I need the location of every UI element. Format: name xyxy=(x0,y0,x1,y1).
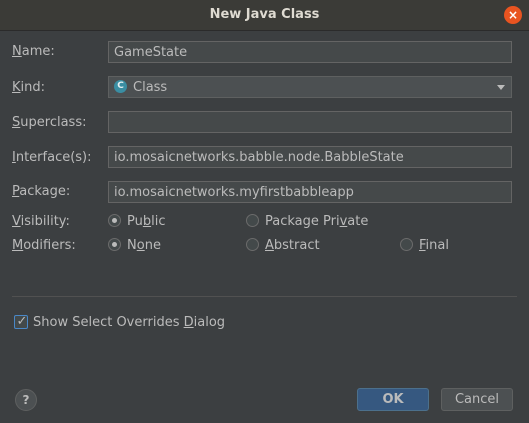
chevron-down-icon xyxy=(497,85,505,90)
visibility-label: Visibility: xyxy=(12,214,70,229)
close-icon: × xyxy=(507,8,519,22)
title-bar: New Java Class × xyxy=(0,0,529,31)
name-field[interactable]: GameState xyxy=(108,41,512,63)
ok-button[interactable]: OK xyxy=(357,388,429,411)
cancel-button[interactable]: Cancel xyxy=(441,388,513,411)
visibility-public-radio[interactable]: Public xyxy=(108,213,166,231)
radio-button[interactable] xyxy=(108,214,121,227)
help-button[interactable]: ? xyxy=(15,389,37,411)
interfaces-label: Interface(s): xyxy=(12,150,92,165)
class-icon: C xyxy=(114,80,127,93)
close-button[interactable]: × xyxy=(504,6,522,24)
dialog-title: New Java Class xyxy=(209,7,320,22)
modifiers-none-radio[interactable]: None xyxy=(108,237,161,255)
separator xyxy=(12,296,517,297)
package-field[interactable]: io.mosaicnetworks.myfirstbabbleapp xyxy=(108,181,512,203)
kind-select[interactable]: C Class xyxy=(108,76,512,98)
visibility-package-private-radio[interactable]: Package Private xyxy=(246,213,368,231)
show-overrides-checkbox[interactable]: ✓ xyxy=(14,313,28,329)
superclass-label: Superclass: xyxy=(12,115,87,130)
modifiers-final-radio[interactable]: Final xyxy=(400,237,449,255)
modifiers-label: Modifiers: xyxy=(12,238,76,253)
show-overrides-checkbox-row[interactable]: ✓ Show Select Overrides Dialog xyxy=(14,314,225,332)
interfaces-field[interactable]: io.mosaicnetworks.babble.node.BabbleStat… xyxy=(108,146,512,168)
dialog-content: Name: GameState Kind: C Class Superclass:… xyxy=(0,31,529,423)
package-label: Package: xyxy=(12,184,71,199)
kind-label: Kind: xyxy=(12,80,46,95)
superclass-field[interactable] xyxy=(108,111,512,133)
radio-button[interactable] xyxy=(400,238,413,251)
name-label: Name: xyxy=(12,44,55,59)
radio-button[interactable] xyxy=(246,214,259,227)
help-icon: ? xyxy=(22,393,30,407)
show-overrides-label: Show Select Overrides Dialog xyxy=(33,315,226,330)
kind-value: Class xyxy=(133,80,168,95)
radio-button[interactable] xyxy=(108,238,121,251)
check-icon: ✓ xyxy=(16,313,28,329)
modifiers-abstract-radio[interactable]: Abstract xyxy=(246,237,320,255)
radio-button[interactable] xyxy=(246,238,259,251)
